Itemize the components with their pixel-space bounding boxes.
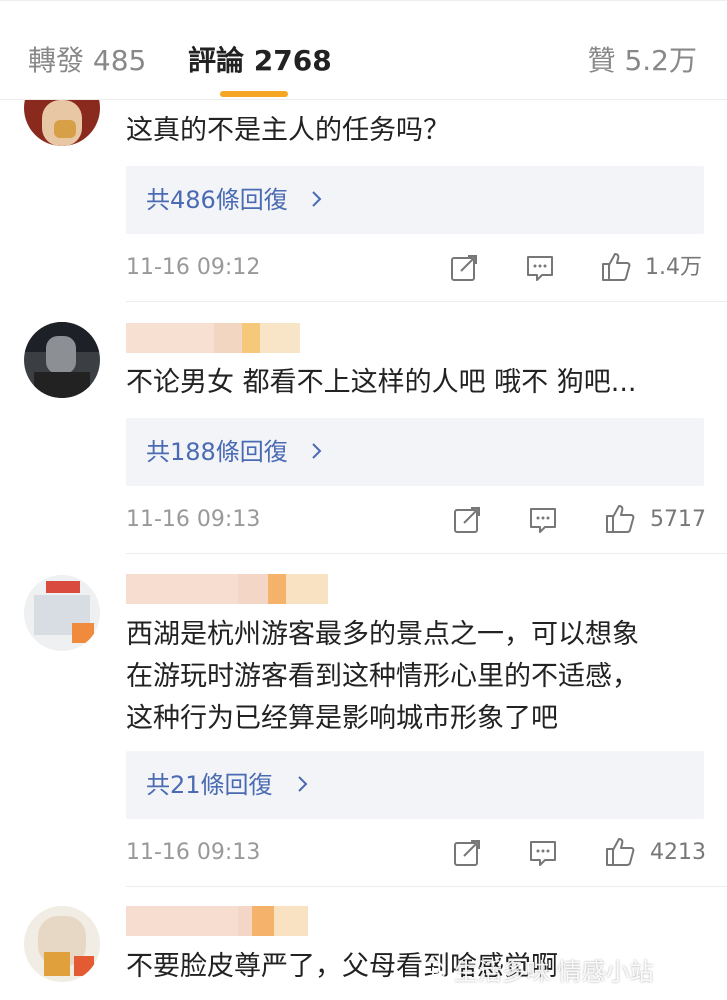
avatar[interactable] [24, 322, 100, 398]
like-count: 5717 [650, 507, 706, 532]
watermark: 生活多味 情感小站 [420, 952, 654, 992]
like-count: 4213 [650, 840, 706, 865]
comment-icon[interactable] [525, 253, 555, 283]
divider [126, 553, 727, 554]
thumbs-up-icon[interactable] [604, 503, 636, 535]
chevron-right-icon [312, 191, 322, 207]
thumbs-up-icon[interactable] [604, 836, 636, 868]
tab-reposts[interactable]: 轉發 485 [28, 41, 146, 81]
comment-icon[interactable] [528, 838, 558, 868]
comment-tabs: 轉發 485 評論 2768 贊 5.2万 [0, 0, 727, 100]
avatar[interactable] [24, 575, 100, 651]
replies-count-label: 共486條回復 [146, 186, 288, 214]
active-tab-indicator [220, 91, 288, 97]
username[interactable] [126, 906, 308, 936]
like-count: 1.4万 [645, 255, 702, 280]
tab-comments[interactable]: 評論 2768 [188, 41, 332, 81]
chevron-right-icon [298, 776, 308, 792]
comment-text: 这真的不是主人的任务吗？ [126, 115, 450, 146]
replies-count-label: 共188條回復 [146, 438, 288, 466]
divider [126, 301, 727, 302]
comment-time: 11-16 09:12 [126, 255, 261, 280]
comment-time: 11-16 09:13 [126, 507, 261, 532]
view-replies-button[interactable]: 共21條回復 [126, 751, 704, 819]
comment-text: 西湖是杭州游客最多的景点之一，可以想象 在游玩时游客看到这种情形心里的不适感， … [126, 619, 639, 734]
view-replies-button[interactable]: 共486條回復 [126, 166, 704, 234]
watermark-logo-icon [421, 960, 445, 984]
comment-time: 11-16 09:13 [126, 840, 261, 865]
comment-icon[interactable] [528, 505, 558, 535]
divider [126, 886, 727, 887]
thumbs-up-icon[interactable] [600, 251, 632, 283]
username[interactable] [126, 323, 300, 353]
tab-likes[interactable]: 贊 5.2万 [588, 41, 697, 81]
replies-count-label: 共21條回復 [146, 771, 273, 799]
share-icon[interactable] [452, 505, 482, 535]
chevron-right-icon [312, 443, 322, 459]
avatar[interactable] [24, 906, 100, 982]
share-icon[interactable] [452, 838, 482, 868]
share-icon[interactable] [449, 253, 479, 283]
view-replies-button[interactable]: 共188條回復 [126, 418, 704, 486]
comment-text: 不论男女 都看不上这样的人吧 哦不 狗吧... [126, 367, 637, 398]
username[interactable] [126, 574, 328, 604]
